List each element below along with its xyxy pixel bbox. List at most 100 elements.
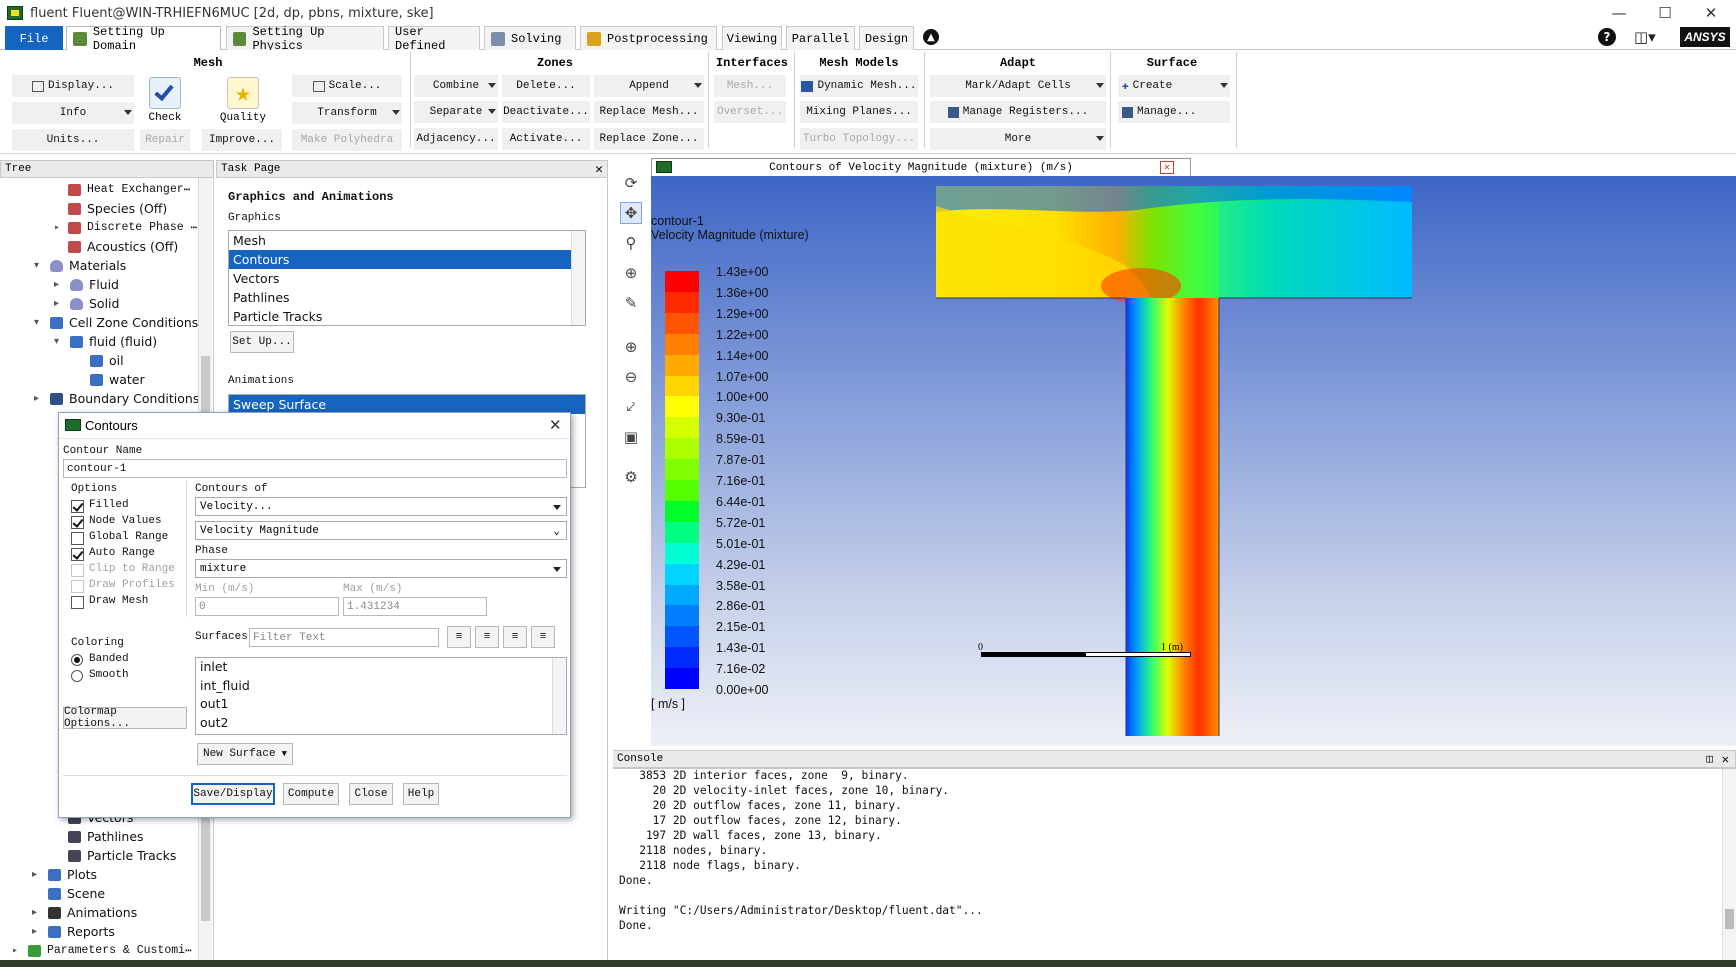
colormap-options-button[interactable]: Colormap Options... bbox=[63, 706, 187, 730]
tree-item-parameters[interactable]: ▸ Parameters & Customi ⋯ bbox=[12, 941, 192, 960]
help-icon[interactable]: ? bbox=[1598, 28, 1616, 46]
overset-button[interactable]: Overset... bbox=[714, 101, 786, 123]
improve-button[interactable]: Improve... bbox=[202, 129, 282, 151]
compute-button[interactable]: Compute bbox=[283, 783, 339, 805]
tab-user-defined[interactable]: User Defined bbox=[388, 25, 480, 53]
tab-viewing[interactable]: Viewing bbox=[722, 26, 782, 50]
more-button[interactable]: More bbox=[930, 128, 1106, 150]
mark-adapt-cells-button[interactable]: Mark/Adapt Cells bbox=[930, 75, 1106, 97]
check-button[interactable]: Check bbox=[140, 77, 190, 124]
tree-item-scene[interactable]: Scene bbox=[48, 884, 105, 903]
check-list-icon[interactable]: ≡ bbox=[503, 626, 527, 648]
mixing-planes-button[interactable]: Mixing Planes... bbox=[800, 101, 918, 123]
zoom-box-icon[interactable]: ⊕ bbox=[620, 262, 642, 284]
tree-item-animations[interactable]: ▸ Animations bbox=[32, 903, 137, 922]
separate-button[interactable]: Separate bbox=[414, 101, 498, 123]
new-surface-button[interactable]: New Surface ▼ bbox=[197, 743, 293, 765]
units-button[interactable]: Units... bbox=[12, 129, 134, 151]
graphics-window[interactable]: contour-1 Velocity Magnitude (mixture) 1… bbox=[651, 176, 1736, 746]
create-surface-button[interactable]: ✚ Create bbox=[1118, 75, 1230, 97]
repair-button[interactable]: Repair bbox=[140, 129, 190, 151]
minimize-button[interactable]: — bbox=[1596, 0, 1642, 26]
dynamic-mesh-button[interactable]: Dynamic Mesh... bbox=[800, 75, 918, 97]
camera-icon[interactable]: ▣ bbox=[620, 426, 642, 448]
replace-zone-button[interactable]: Replace Zone... bbox=[594, 128, 704, 150]
collapse-ribbon-icon[interactable]: ▲ bbox=[923, 29, 939, 45]
zoom-out-icon[interactable]: ⊖ bbox=[620, 366, 642, 388]
tree-item-fluid[interactable]: ▸ Fluid bbox=[54, 275, 119, 294]
tab-design[interactable]: Design bbox=[859, 26, 914, 50]
tree-item-cell-zone-conditions[interactable]: ▾ Cell Zone Conditions bbox=[34, 313, 198, 332]
list-scrollbar[interactable] bbox=[571, 231, 585, 325]
list-scrollbar[interactable] bbox=[552, 658, 566, 734]
combine-button[interactable]: Combine bbox=[414, 75, 498, 97]
pan-icon[interactable]: ✥ bbox=[620, 202, 642, 224]
zoom-in-icon[interactable]: ⊕ bbox=[620, 336, 642, 358]
list-item[interactable]: int_fluid bbox=[196, 677, 566, 696]
tree-item-materials[interactable]: ▾ Materials bbox=[34, 256, 126, 275]
layout-icon[interactable]: ◫▾ bbox=[1634, 28, 1656, 46]
close-dialog-icon[interactable]: ✕ bbox=[549, 416, 562, 434]
surface-filter-input[interactable]: Filter Text bbox=[249, 628, 439, 647]
min-input[interactable]: 0 bbox=[195, 597, 339, 616]
console-output[interactable]: 3853 2D interior faces, zone 9, binary. … bbox=[613, 768, 1736, 960]
float-icon[interactable]: ◫ bbox=[1706, 752, 1713, 766]
option-checkbox[interactable] bbox=[71, 500, 84, 513]
sort-icon[interactable]: ≡ bbox=[475, 626, 499, 648]
tab-setting-up-domain[interactable]: Setting Up Domain bbox=[66, 25, 221, 53]
deactivate-button[interactable]: Deactivate... bbox=[502, 101, 590, 123]
tab-solving[interactable]: Solving bbox=[484, 26, 576, 50]
info-button[interactable]: Info bbox=[12, 102, 134, 124]
console-scrollbar[interactable] bbox=[1722, 769, 1736, 960]
close-button[interactable]: Close bbox=[349, 783, 393, 805]
maximize-button[interactable]: ☐ bbox=[1642, 0, 1688, 26]
tree-item-reports[interactable]: ▸ Reports bbox=[32, 922, 115, 941]
chevron-right-icon[interactable]: ▸ bbox=[32, 926, 37, 937]
list-item[interactable]: out1 bbox=[196, 695, 566, 714]
axes-icon[interactable]: ⤦ bbox=[620, 396, 642, 418]
scale-button[interactable]: Scale... bbox=[292, 75, 402, 97]
close-tab-icon[interactable]: ✕ bbox=[1160, 161, 1174, 174]
display-button[interactable]: Display... bbox=[12, 75, 134, 97]
clear-selection-icon[interactable]: ≡ bbox=[531, 626, 555, 648]
close-icon[interactable]: ✕ bbox=[1722, 752, 1729, 767]
option-checkbox[interactable] bbox=[71, 596, 84, 609]
probe-icon[interactable]: ✎ bbox=[620, 292, 642, 314]
contours-sub-select[interactable]: Velocity Magnitude ⌄ bbox=[195, 521, 567, 540]
chevron-right-icon[interactable]: ▸ bbox=[34, 393, 39, 404]
chevron-right-icon[interactable]: ▸ bbox=[32, 869, 37, 880]
dialog-titlebar[interactable]: Contours ✕ bbox=[59, 413, 570, 439]
phase-select[interactable]: mixture bbox=[195, 559, 567, 578]
zoom-icon[interactable]: ⚲ bbox=[620, 232, 642, 254]
append-button[interactable]: Append bbox=[594, 75, 704, 97]
tab-postprocessing[interactable]: Postprocessing bbox=[580, 26, 717, 50]
manage-registers-button[interactable]: Manage Registers... bbox=[930, 101, 1106, 123]
select-all-icon[interactable]: ≡ bbox=[447, 626, 471, 648]
chevron-right-icon[interactable]: ▸ bbox=[32, 907, 37, 918]
tree-item-pathlines[interactable]: Pathlines bbox=[68, 827, 144, 846]
list-item[interactable]: Mesh bbox=[229, 231, 585, 250]
save-display-button[interactable]: Save/Display bbox=[191, 783, 275, 805]
chevron-right-icon[interactable]: ▸ bbox=[54, 222, 60, 234]
setup-button[interactable]: Set Up... bbox=[230, 331, 294, 353]
views-icon[interactable]: ⚙ bbox=[620, 466, 642, 488]
chevron-down-icon[interactable]: ▾ bbox=[34, 260, 39, 271]
close-icon[interactable]: ✕ bbox=[595, 162, 603, 177]
tree-item-plots[interactable]: ▸ Plots bbox=[32, 865, 97, 884]
list-item[interactable]: Particle Tracks bbox=[229, 307, 585, 325]
chevron-down-icon[interactable]: ▾ bbox=[34, 317, 39, 328]
list-item[interactable]: out2 bbox=[196, 714, 566, 733]
tree-item-water[interactable]: water bbox=[90, 370, 145, 389]
option-checkbox[interactable] bbox=[71, 532, 84, 545]
banded-radio[interactable] bbox=[71, 654, 83, 666]
close-window-button[interactable]: ✕ bbox=[1688, 0, 1734, 26]
list-item[interactable]: Contours bbox=[229, 250, 585, 269]
delete-button[interactable]: Delete... bbox=[502, 75, 590, 97]
list-item[interactable]: inlet bbox=[196, 658, 566, 677]
tree-item-species[interactable]: Species (Off) bbox=[68, 199, 167, 218]
smooth-radio[interactable] bbox=[71, 670, 83, 682]
contours-of-select[interactable]: Velocity... bbox=[195, 497, 567, 516]
make-polyhedra-button[interactable]: Make Polyhedra bbox=[292, 129, 402, 151]
tree-item-oil[interactable]: oil bbox=[90, 351, 124, 370]
graphics-tab[interactable]: Contours of Velocity Magnitude (mixture)… bbox=[651, 158, 1191, 176]
